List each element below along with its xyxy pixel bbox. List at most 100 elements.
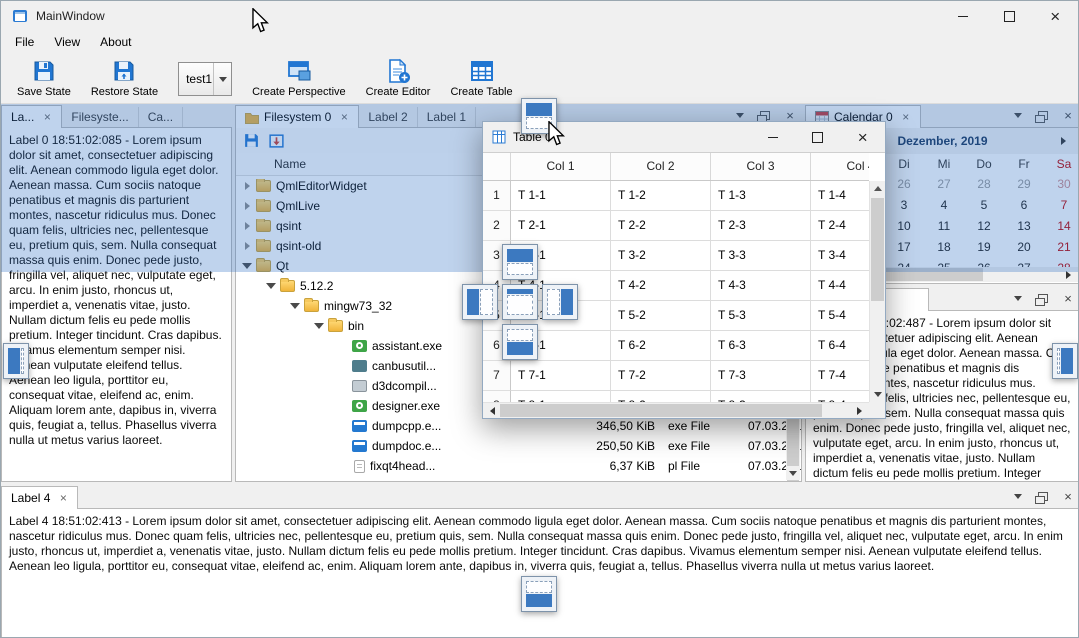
table-cell[interactable]: T 5-3	[711, 301, 811, 331]
drop-indicator-area-left[interactable]	[462, 284, 498, 320]
restore-state-button[interactable]: Restore State	[81, 53, 168, 100]
drop-indicator-area-bottom[interactable]	[502, 324, 538, 360]
tabs-menu-button[interactable]	[1011, 292, 1025, 305]
menu-item-about[interactable]: About	[90, 32, 141, 52]
scrollbar-thumb[interactable]	[871, 198, 884, 301]
column-header[interactable]: Col 4	[811, 153, 869, 180]
column-header[interactable]: Col 1	[511, 153, 611, 180]
column-header[interactable]: Col 2	[611, 153, 711, 180]
undock-icon	[1038, 492, 1048, 501]
table-cell[interactable]: T 6-2	[611, 331, 711, 361]
table-row: 5T 5-1T 5-2T 5-3T 5-4	[483, 301, 869, 331]
tabs-menu-button[interactable]	[1011, 490, 1025, 503]
table-cell[interactable]: T 8-4	[811, 391, 869, 402]
table-cell[interactable]: T 7-1	[511, 361, 611, 391]
table-cell[interactable]: T 5-2	[611, 301, 711, 331]
create-perspective-button[interactable]: Create Perspective	[242, 53, 356, 100]
table-cell[interactable]: T 5-4	[811, 301, 869, 331]
drop-indicator-area-center[interactable]	[502, 284, 538, 320]
table-cell[interactable]: T 1-3	[711, 181, 811, 211]
table-horizontal-scrollbar[interactable]	[483, 402, 869, 418]
drop-indicator-window-left[interactable]	[3, 343, 29, 379]
table-cell[interactable]: T 6-4	[811, 331, 869, 361]
drop-indicator-area-right[interactable]	[542, 284, 578, 320]
table-cell[interactable]: T 8-3	[711, 391, 811, 402]
undock-button[interactable]	[1036, 292, 1050, 305]
table-cell[interactable]: T 4-2	[611, 271, 711, 301]
table-cell[interactable]: T 1-1	[511, 181, 611, 211]
row-header[interactable]: 1	[483, 181, 511, 211]
table-cell[interactable]: T 2-3	[711, 211, 811, 241]
scroll-up-button[interactable]	[870, 181, 885, 196]
expander-icon[interactable]	[288, 298, 302, 314]
tree-item[interactable]: fixqt4head...6,37 KiBpl File07.03.2019 1…	[236, 456, 801, 476]
save-state-button[interactable]: Save State	[7, 53, 81, 100]
close-panel-button[interactable]	[1061, 490, 1075, 503]
create-editor-button[interactable]: Create Editor	[356, 53, 441, 100]
tree-item[interactable]: dumpcpp.e...346,50 KiBexe File07.03.2019…	[236, 416, 801, 436]
menu-item-view[interactable]: View	[44, 32, 90, 52]
expander-icon[interactable]	[312, 318, 326, 334]
undock-icon	[1038, 294, 1048, 303]
minimize-button[interactable]	[940, 1, 986, 31]
table-cell[interactable]: T 7-3	[711, 361, 811, 391]
menu-item-file[interactable]: File	[5, 32, 44, 52]
table-cell[interactable]: T 2-2	[611, 211, 711, 241]
table-cell[interactable]: T 2-4	[811, 211, 869, 241]
table-row: 2T 2-1T 2-2T 2-3T 2-4	[483, 211, 869, 241]
drop-indicator-area-top[interactable]	[502, 244, 538, 280]
tab-close-icon[interactable]	[58, 492, 68, 504]
label4-content: Label 4 18:51:02:413 - Lorem ipsum dolor…	[1, 508, 1079, 638]
tab-label-4[interactable]: Label 4	[1, 486, 78, 509]
close-panel-button[interactable]	[1061, 292, 1075, 305]
label4-text: Label 4 18:51:02:413 - Lorem ipsum dolor…	[2, 509, 1079, 579]
table-cell[interactable]: T 6-3	[711, 331, 811, 361]
toolbar: Save State Restore State test1 Create Pe…	[1, 53, 1078, 104]
create-table-button[interactable]: Create Table	[440, 53, 522, 100]
row-header[interactable]: 8	[483, 391, 511, 402]
table-corner-button[interactable]	[483, 153, 511, 180]
perspective-combo[interactable]: test1	[178, 62, 232, 96]
table-cell[interactable]: T 7-4	[811, 361, 869, 391]
drop-indicator-window-bottom[interactable]	[521, 576, 557, 612]
minimize-button[interactable]	[750, 122, 795, 152]
scrollbar-thumb[interactable]	[500, 404, 822, 417]
row-header[interactable]: 7	[483, 361, 511, 391]
table-cell[interactable]: T 3-3	[711, 241, 811, 271]
scroll-right-button[interactable]	[854, 403, 869, 418]
close-button[interactable]	[1032, 1, 1078, 31]
table-row: 7T 7-1T 7-2T 7-3T 7-4	[483, 361, 869, 391]
file-icon	[354, 460, 365, 473]
maximize-button[interactable]	[986, 1, 1032, 31]
splitter[interactable]	[1, 482, 1079, 485]
table-cell[interactable]: T 3-2	[611, 241, 711, 271]
table-cell[interactable]: T 1-2	[611, 181, 711, 211]
table-cell[interactable]: T 4-3	[711, 271, 811, 301]
table-cell[interactable]: T 4-4	[811, 271, 869, 301]
row-header[interactable]: 2	[483, 211, 511, 241]
table-cell[interactable]: T 1-4	[811, 181, 869, 211]
close-button[interactable]	[840, 122, 885, 152]
table-vertical-scrollbar[interactable]	[869, 181, 885, 402]
label4-dock-panel: Label 4 Label 4 18:51:02:413 - Lorem ips…	[1, 485, 1079, 638]
table-row: 6T 6-1T 6-2T 6-3T 6-4	[483, 331, 869, 361]
table-cell[interactable]: T 2-1	[511, 211, 611, 241]
scroll-left-button[interactable]	[483, 403, 498, 418]
chevron-down-icon	[1014, 494, 1022, 503]
create-table-icon	[469, 58, 495, 84]
table-cell[interactable]: T 8-1	[511, 391, 611, 402]
tree-item[interactable]: dumpdoc.e...250,50 KiBexe File07.03.2019…	[236, 436, 801, 456]
drop-indicator-window-right[interactable]	[1052, 343, 1078, 379]
menubar: FileViewAbout	[1, 31, 1078, 53]
expander-icon[interactable]	[264, 278, 278, 294]
maximize-button[interactable]	[795, 122, 840, 152]
scroll-down-button[interactable]	[870, 387, 885, 402]
undock-button[interactable]	[1036, 490, 1050, 503]
table-cell[interactable]: T 3-4	[811, 241, 869, 271]
column-header[interactable]: Col 3	[711, 153, 811, 180]
titlebar[interactable]: MainWindow	[1, 1, 1078, 31]
close-icon	[858, 129, 868, 146]
scroll-down-button[interactable]	[786, 466, 800, 480]
table-cell[interactable]: T 8-2	[611, 391, 711, 402]
table-cell[interactable]: T 7-2	[611, 361, 711, 391]
